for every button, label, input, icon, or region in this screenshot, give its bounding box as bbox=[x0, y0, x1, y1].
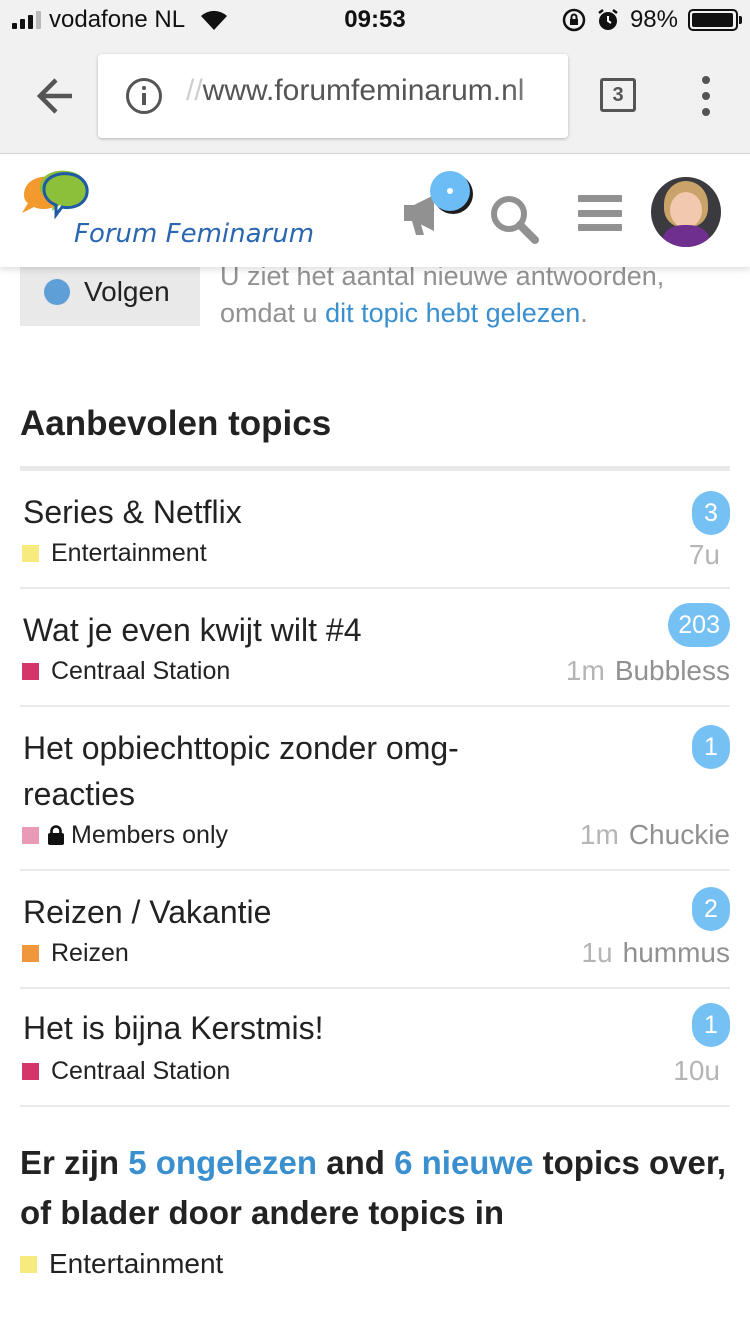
lock-icon bbox=[48, 825, 64, 845]
url-host: www.forumfeminarum.nl bbox=[202, 74, 525, 107]
browse-category-link[interactable]: Entertainment bbox=[20, 1246, 223, 1282]
topic-activity: 10u bbox=[673, 1055, 730, 1089]
reply-count-badge[interactable]: 1 bbox=[692, 1003, 730, 1047]
category-name: Centraal Station bbox=[51, 1056, 231, 1085]
avatar[interactable] bbox=[651, 177, 721, 247]
topic-category[interactable]: Members only bbox=[22, 819, 228, 851]
search-icon[interactable] bbox=[488, 193, 540, 245]
url-text[interactable]: //www.forumfeminarum.nl bbox=[186, 74, 524, 108]
topic-age[interactable]: 1m bbox=[580, 819, 619, 850]
topic-category[interactable]: Reizen bbox=[22, 937, 129, 969]
topic-activity: 7u bbox=[689, 539, 730, 573]
reply-count-badge[interactable]: 2 bbox=[692, 887, 730, 931]
read-topic-link[interactable]: dit topic hebt gelezen bbox=[325, 298, 580, 328]
more-topics-text: Er zijn 5 ongelezen and 6 nieuwe topics … bbox=[20, 1144, 727, 1231]
topic-row[interactable]: Wat je even kwijt wilt #4 Centraal Stati… bbox=[20, 589, 730, 707]
category-color-swatch bbox=[22, 826, 39, 844]
category-name: Entertainment bbox=[49, 1248, 224, 1279]
back-arrow-icon[interactable] bbox=[30, 74, 80, 118]
topic-last-poster[interactable]: Bubbless bbox=[615, 655, 730, 686]
reply-count-badge[interactable]: 1 bbox=[692, 725, 730, 769]
category-color-swatch bbox=[22, 544, 39, 562]
category-color-swatch bbox=[22, 1062, 39, 1080]
category-name: Entertainment bbox=[51, 538, 207, 567]
topic-last-poster[interactable]: hummus bbox=[623, 937, 730, 968]
status-bar: vodafone NL 09:53 98% bbox=[0, 0, 750, 40]
new-topics-link[interactable]: 6 nieuwe bbox=[394, 1144, 533, 1181]
follow-description: U ziet het aantal nieuwe antwoorden, omd… bbox=[220, 261, 665, 328]
notification-badge[interactable] bbox=[430, 171, 470, 211]
topic-activity: 1m Chuckie bbox=[580, 819, 730, 853]
topic-title[interactable]: Reizen / Vakantie bbox=[23, 889, 553, 935]
category-color-swatch bbox=[22, 662, 39, 680]
browser-toolbar: //www.forumfeminarum.nl 3 bbox=[0, 40, 750, 154]
category-color-swatch bbox=[22, 944, 39, 962]
suggested-topics-heading: Aanbevolen topics bbox=[20, 404, 332, 443]
battery-percentage: 98% bbox=[629, 6, 678, 33]
topic-row[interactable]: Het is bijna Kerstmis! Centraal Station … bbox=[20, 989, 730, 1107]
url-scheme: // bbox=[186, 74, 203, 107]
topic-title[interactable]: Wat je even kwijt wilt #4 bbox=[23, 607, 553, 653]
topic-category[interactable]: Centraal Station bbox=[22, 1055, 230, 1087]
topic-activity: 1m Bubbless bbox=[566, 655, 730, 689]
tab-switcher-button[interactable]: 3 bbox=[600, 78, 636, 112]
more-menu-icon[interactable] bbox=[700, 76, 712, 116]
battery-icon bbox=[688, 9, 742, 31]
topic-row[interactable]: Series & Netflix Entertainment 3 7u bbox=[20, 471, 730, 589]
suggested-topics-list: Series & Netflix Entertainment 3 7u Wat … bbox=[20, 466, 730, 1107]
info-icon[interactable] bbox=[126, 78, 162, 114]
category-color-swatch bbox=[20, 1255, 37, 1273]
topic-age[interactable]: 1m bbox=[566, 655, 605, 686]
follow-button-label: Volgen bbox=[84, 276, 170, 307]
reply-count-badge[interactable]: 3 bbox=[692, 491, 730, 535]
topic-category[interactable]: Entertainment bbox=[22, 537, 207, 569]
orientation-lock-icon bbox=[562, 8, 586, 32]
site-header: Forum Feminarum bbox=[0, 155, 750, 267]
topic-age[interactable]: 1u bbox=[581, 937, 612, 968]
follow-status-dot bbox=[44, 279, 70, 305]
status-right: 98% bbox=[562, 6, 742, 34]
logo-text[interactable]: Forum Feminarum bbox=[74, 219, 314, 249]
follow-button[interactable]: Volgen bbox=[20, 258, 200, 326]
topic-row[interactable]: Het opbiechttopic zonder omg-reacties Me… bbox=[20, 707, 730, 871]
hamburger-menu-icon[interactable] bbox=[578, 195, 622, 231]
topic-title[interactable]: Het is bijna Kerstmis! bbox=[23, 1005, 553, 1051]
category-name: Centraal Station bbox=[51, 656, 231, 685]
topic-activity: 1u hummus bbox=[581, 937, 730, 971]
reply-count-badge[interactable]: 203 bbox=[668, 603, 730, 647]
topic-title[interactable]: Series & Netflix bbox=[23, 489, 553, 535]
topic-title[interactable]: Het opbiechttopic zonder omg-reacties bbox=[23, 725, 553, 817]
topic-row[interactable]: Reizen / Vakantie Reizen 2 1u hummus bbox=[20, 871, 730, 989]
topic-age[interactable]: 7u bbox=[689, 539, 720, 570]
address-bar[interactable]: //www.forumfeminarum.nl bbox=[98, 54, 568, 138]
alarm-icon bbox=[598, 9, 618, 30]
topic-category[interactable]: Centraal Station bbox=[22, 655, 230, 687]
battery-fill bbox=[692, 13, 734, 27]
unread-topics-link[interactable]: 5 ongelezen bbox=[128, 1144, 317, 1181]
category-name: Reizen bbox=[51, 938, 129, 967]
category-name: Members only bbox=[71, 820, 228, 849]
topic-last-poster[interactable]: Chuckie bbox=[629, 819, 730, 850]
topic-age[interactable]: 10u bbox=[673, 1055, 720, 1086]
